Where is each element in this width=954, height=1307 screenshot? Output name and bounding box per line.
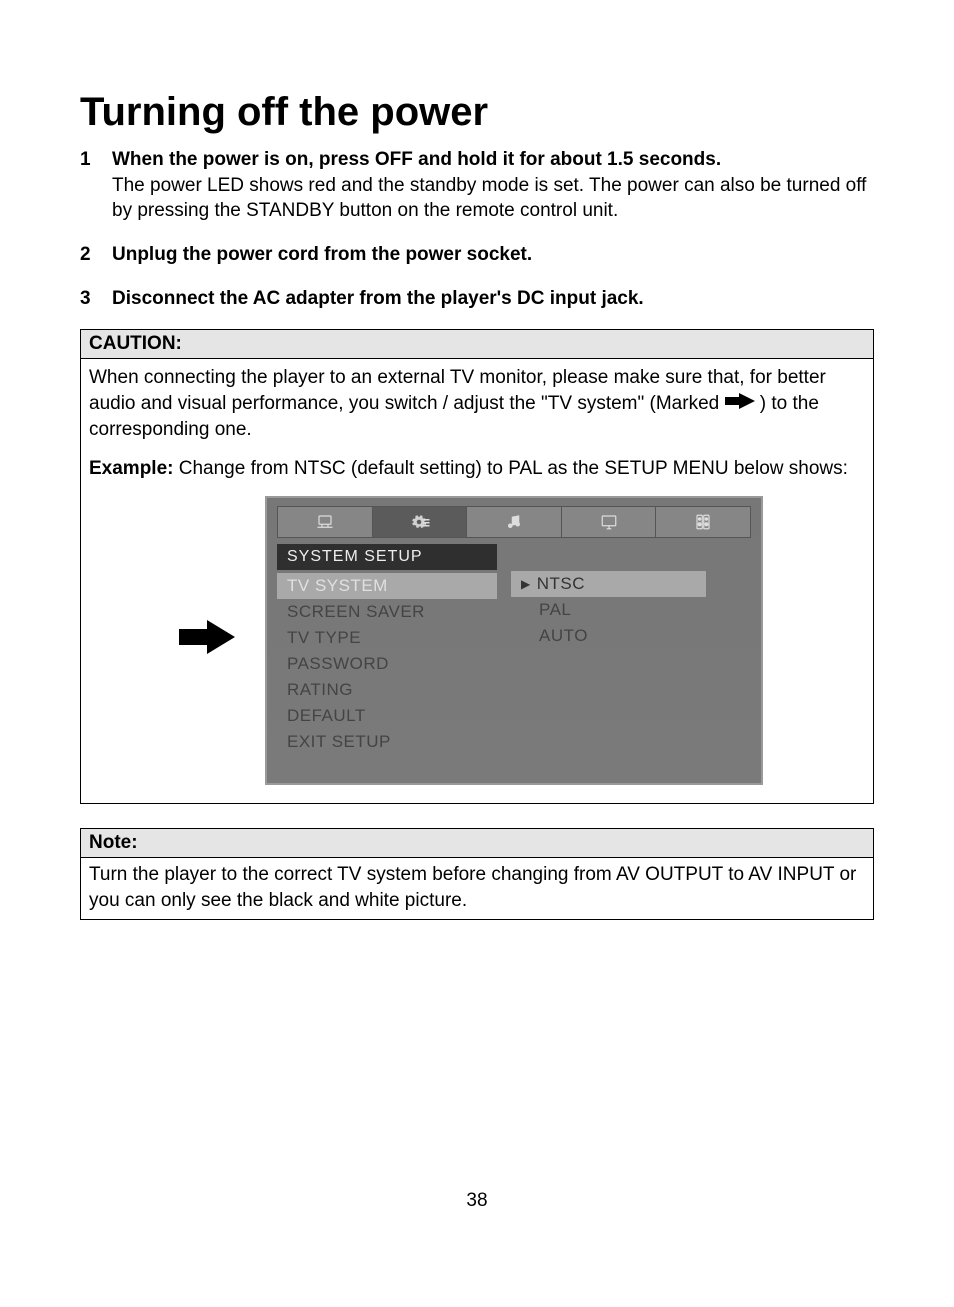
steps-list: 1 When the power is on, press OFF and ho… xyxy=(80,147,874,311)
step-number: 1 xyxy=(80,147,112,173)
caution-box: CAUTION: When connecting the player to a… xyxy=(80,329,874,804)
note-label: Note: xyxy=(81,829,873,858)
osd-left-column: SYSTEM SETUP TV SYSTEM SCREEN SAVER TV T… xyxy=(277,544,497,755)
caution-label: CAUTION: xyxy=(81,330,873,359)
osd-menu-item: SCREEN SAVER xyxy=(277,599,497,625)
osd-menu-item: PASSWORD xyxy=(277,651,497,677)
osd-menu-item: EXIT SETUP xyxy=(277,729,497,755)
page-number: 38 xyxy=(80,1190,874,1212)
step-number: 2 xyxy=(80,242,112,268)
step-item: 2 Unplug the power cord from the power s… xyxy=(80,242,874,268)
triangle-right-icon: ▶ xyxy=(521,577,531,591)
note-text: Turn the player to the correct TV system… xyxy=(81,858,873,919)
osd-right-column: ▶ NTSC PAL AUTO xyxy=(511,544,706,649)
page-title: Turning off the power xyxy=(80,90,874,135)
osd-section-title: SYSTEM SETUP xyxy=(277,544,497,570)
step-head: Unplug the power cord from the power soc… xyxy=(112,244,532,265)
osd-menu-item: RATING xyxy=(277,677,497,703)
step-item: 3 Disconnect the AC adapter from the pla… xyxy=(80,286,874,312)
osd-option-item: ▶ NTSC xyxy=(511,571,706,597)
osd-menu-item: DEFAULT xyxy=(277,703,497,729)
example-text: Example: Change from NTSC (default setti… xyxy=(89,456,865,482)
osd-option-item: PAL xyxy=(511,597,706,623)
arrow-right-icon xyxy=(725,391,755,417)
osd-tab-setup-icon xyxy=(373,506,468,538)
osd-tab-speaker-icon xyxy=(656,506,751,538)
step-number: 3 xyxy=(80,286,112,312)
note-box: Note: Turn the player to the correct TV … xyxy=(80,828,874,920)
osd-option-item: AUTO xyxy=(511,623,706,649)
osd-menu-item: TV SYSTEM xyxy=(277,573,497,599)
osd-screenshot: SYSTEM SETUP TV SYSTEM SCREEN SAVER TV T… xyxy=(265,496,763,785)
arrow-right-icon xyxy=(179,620,235,660)
osd-tab-audio-icon xyxy=(467,506,562,538)
step-head: Disconnect the AC adapter from the playe… xyxy=(112,288,644,309)
osd-tabs xyxy=(277,506,751,538)
caution-text: When connecting the player to an externa… xyxy=(89,365,865,442)
osd-menu-item: TV TYPE xyxy=(277,625,497,651)
step-body: The power LED shows red and the standby … xyxy=(112,175,866,222)
osd-tab-general-icon xyxy=(277,506,373,538)
osd-tab-video-icon xyxy=(562,506,657,538)
step-item: 1 When the power is on, press OFF and ho… xyxy=(80,147,874,224)
step-head: When the power is on, press OFF and hold… xyxy=(112,149,721,170)
